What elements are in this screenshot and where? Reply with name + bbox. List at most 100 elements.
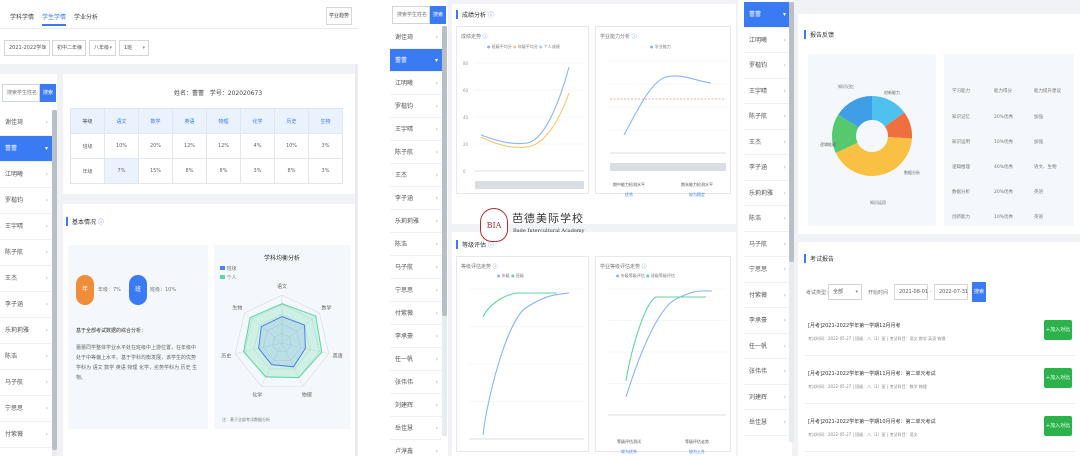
student-list-item[interactable]: 乐莉莉雅 › — [390, 210, 442, 233]
table-header-cell: 英语 — [172, 108, 207, 134]
radar-axis-label: 历史 — [221, 353, 231, 360]
student-search-input[interactable] — [392, 6, 430, 24]
student-list-item[interactable]: 谢佳琦 › — [0, 110, 52, 136]
student-list-item[interactable]: 陈子航 › — [390, 141, 442, 164]
chart-b-title: 学业能力分析 ⓘ — [600, 34, 637, 40]
student-list-item[interactable]: 宁思思 › — [390, 279, 442, 302]
student-list-item[interactable]: 陈子航 › — [0, 240, 52, 266]
trend-button[interactable]: 学业趋势 — [326, 7, 352, 25]
student-list-item[interactable]: 李子涵 › — [390, 187, 442, 210]
filter-year-select[interactable]: 2021-2022学年 ▾ — [4, 40, 50, 56]
tab-student[interactable]: 学生学情 — [42, 12, 66, 21]
student-list-item[interactable]: 张伟伟 › — [744, 359, 790, 385]
exam-title[interactable]: [月考]2021-2022学年第一学期10月月考：第二单元考试 — [808, 418, 936, 425]
student-list-item[interactable]: 李承豪 › — [390, 325, 442, 348]
exam-title[interactable]: [月考]2021-2022学年第一学期12月月考 — [808, 322, 901, 329]
student-list-item[interactable]: 罗楷钧 › — [390, 95, 442, 118]
student-list-item[interactable]: 付紫薇 › — [0, 422, 52, 448]
exam-list-item[interactable]: [月考]2021-2022学年第一学期12月月考 考试时间：2022-05-27… — [804, 312, 1076, 356]
filter-class-select[interactable]: 1班 ▾ — [119, 40, 149, 56]
info-icon: ⓘ — [482, 34, 488, 40]
student-list-item[interactable]: 李子涵 › — [744, 155, 790, 181]
student-list-item[interactable]: 刘建辉 › — [390, 394, 442, 417]
chevron-right-icon: › — [435, 425, 438, 432]
student-list-item[interactable]: 乐莉莉雅 › — [744, 181, 790, 206]
student-list-item[interactable]: 任一帆 › — [390, 348, 442, 371]
student-list-item[interactable]: 刘建辉 › — [744, 385, 790, 410]
filter-grade-select[interactable]: 初中二年级 ▾ — [52, 40, 86, 56]
add-compare-button[interactable]: +加入对比 — [1044, 368, 1072, 388]
student-list-item[interactable]: 罗楷钧 › — [744, 53, 790, 79]
student-name: 陈子航 — [749, 113, 768, 120]
student-list-item[interactable]: 马子航 › — [744, 232, 790, 257]
student-list-item[interactable]: 卢淳鑫 › — [390, 440, 442, 456]
student-list-item[interactable]: 付紫薇 › — [390, 302, 442, 325]
exam-list-item[interactable]: [月考]2021-2022学年第一学期11月月考：第二单元考试 考试时间：202… — [804, 360, 1076, 404]
student-list-item[interactable]: 马子航 › — [390, 256, 442, 279]
ability-cell: 20%优秀 — [994, 115, 1014, 120]
panel-student-overview: 学科学情 学生学情 学业分析 学业趋势 2021-2022学年 ▾ 初中二年级 ▾ … — [0, 0, 358, 456]
student-list-item[interactable]: 陈浩 › — [390, 233, 442, 256]
exam-type-select[interactable]: 全部 ▾ — [828, 284, 862, 300]
radar-axis-label: 数学 — [322, 304, 332, 311]
chart-d-title: 学业等级评估走势 ⓘ — [600, 264, 647, 270]
student-list-item[interactable]: 李承豪 › — [744, 308, 790, 334]
student-list-item[interactable]: 李子涵 › — [0, 292, 52, 318]
exam-search-button[interactable]: 搜索 — [972, 282, 986, 302]
chevron-right-icon: › — [435, 448, 438, 455]
student-list-item[interactable]: 罗楷钧 › — [0, 188, 52, 214]
student-list-item[interactable]: 王宇晴 › — [390, 118, 442, 141]
student-list-item[interactable]: 江明曦 › — [0, 162, 52, 188]
student-list: 蕾蕾 ▾ 江明曦 › 罗楷钧 › 王宇晴 › 陈子航 › 王杰 › 李子涵 › 乐莉莉雅 › 陈浩 › 马子航 › 宁思… — [744, 2, 790, 436]
filter-level-select[interactable]: 八年级 ▾ — [89, 40, 116, 56]
student-list-item[interactable]: 乐莉莉雅 › — [0, 318, 52, 344]
date-end-input[interactable]: 2022-07-31 — [934, 284, 968, 300]
student-list-item[interactable]: 王宇晴 › — [0, 214, 52, 240]
student-name: 张伟伟 — [395, 379, 414, 386]
table-header-cell: 历史 — [274, 108, 309, 134]
student-list-item[interactable]: 陈浩 › — [744, 206, 790, 232]
student-name: 乐莉莉雅 — [5, 327, 30, 334]
student-list-item[interactable]: 江明曦 › — [390, 72, 442, 95]
student-list-item[interactable]: 蕾蕾 ▾ — [0, 136, 52, 162]
student-list-item[interactable]: 蕾蕾 ▾ — [390, 49, 442, 72]
chevron-down-icon: ▾ — [79, 45, 82, 51]
student-list-item[interactable]: 宁思思 › — [744, 257, 790, 283]
student-list-item[interactable]: 王杰 › — [390, 164, 442, 187]
student-list-item[interactable]: 宁思思 › — [0, 396, 52, 422]
student-list-item[interactable]: 任一帆 › — [744, 334, 790, 359]
student-list-item[interactable]: 谢佳琦 › — [390, 26, 442, 49]
student-search-button[interactable]: 搜索 — [430, 6, 446, 24]
ability-cell: 数据分析 — [952, 190, 970, 195]
chevron-right-icon: › — [45, 171, 48, 178]
student-list-item[interactable]: 张伟伟 › — [390, 371, 442, 394]
donut-label: 知识记忆 — [838, 83, 854, 89]
student-list-scrollbar[interactable] — [442, 26, 447, 436]
student-name: 江明曦 — [5, 171, 24, 178]
student-list-item[interactable]: 岳佳慧 › — [390, 417, 442, 440]
student-list-scrollbar[interactable] — [789, 2, 794, 442]
student-list-item[interactable]: 陈子航 › — [744, 104, 790, 130]
date-start-input[interactable]: 2021-08-01 — [894, 284, 928, 300]
panel-trend-analysis: 搜索 谢佳琦›蕾蕾▾江明曦›罗楷钧›王宇晴›陈子航›王杰›李子涵›乐莉莉雅›陈浩… — [388, 0, 738, 456]
student-name: 陈浩 — [395, 241, 408, 248]
student-list-item[interactable]: 岳佳慧 › — [744, 410, 790, 436]
student-search-button[interactable]: 搜索 — [40, 84, 56, 102]
add-compare-button[interactable]: +加入对比 — [1044, 320, 1072, 340]
exam-list-item[interactable]: [月考]2021-2022学年第一学期10月月考：第二单元考试 考试时间：202… — [804, 408, 1076, 452]
tab-analysis[interactable]: 学业分析 — [74, 12, 98, 21]
student-list-item[interactable]: 马子航 › — [0, 370, 52, 396]
student-list-item[interactable]: 蕾蕾 ▾ — [744, 2, 790, 28]
chevron-down-icon: ▾ — [782, 11, 786, 18]
add-compare-button[interactable]: +加入对比 — [1044, 416, 1072, 436]
student-list-item[interactable]: 王宇晴 › — [744, 79, 790, 104]
student-list-item[interactable]: 江明曦 › — [744, 28, 790, 53]
student-search-input[interactable] — [2, 84, 40, 102]
student-list-item[interactable]: 付紫薇 › — [744, 283, 790, 308]
exam-title[interactable]: [月考]2021-2022学年第一学期11月月考：第二单元考试 — [808, 370, 936, 377]
tab-subject[interactable]: 学科学情 — [10, 12, 34, 21]
chevron-right-icon: › — [783, 215, 786, 222]
student-list-item[interactable]: 王杰 › — [744, 130, 790, 155]
student-list-item[interactable]: 王杰 › — [0, 266, 52, 292]
student-list-item[interactable]: 陈浩 › — [0, 344, 52, 370]
